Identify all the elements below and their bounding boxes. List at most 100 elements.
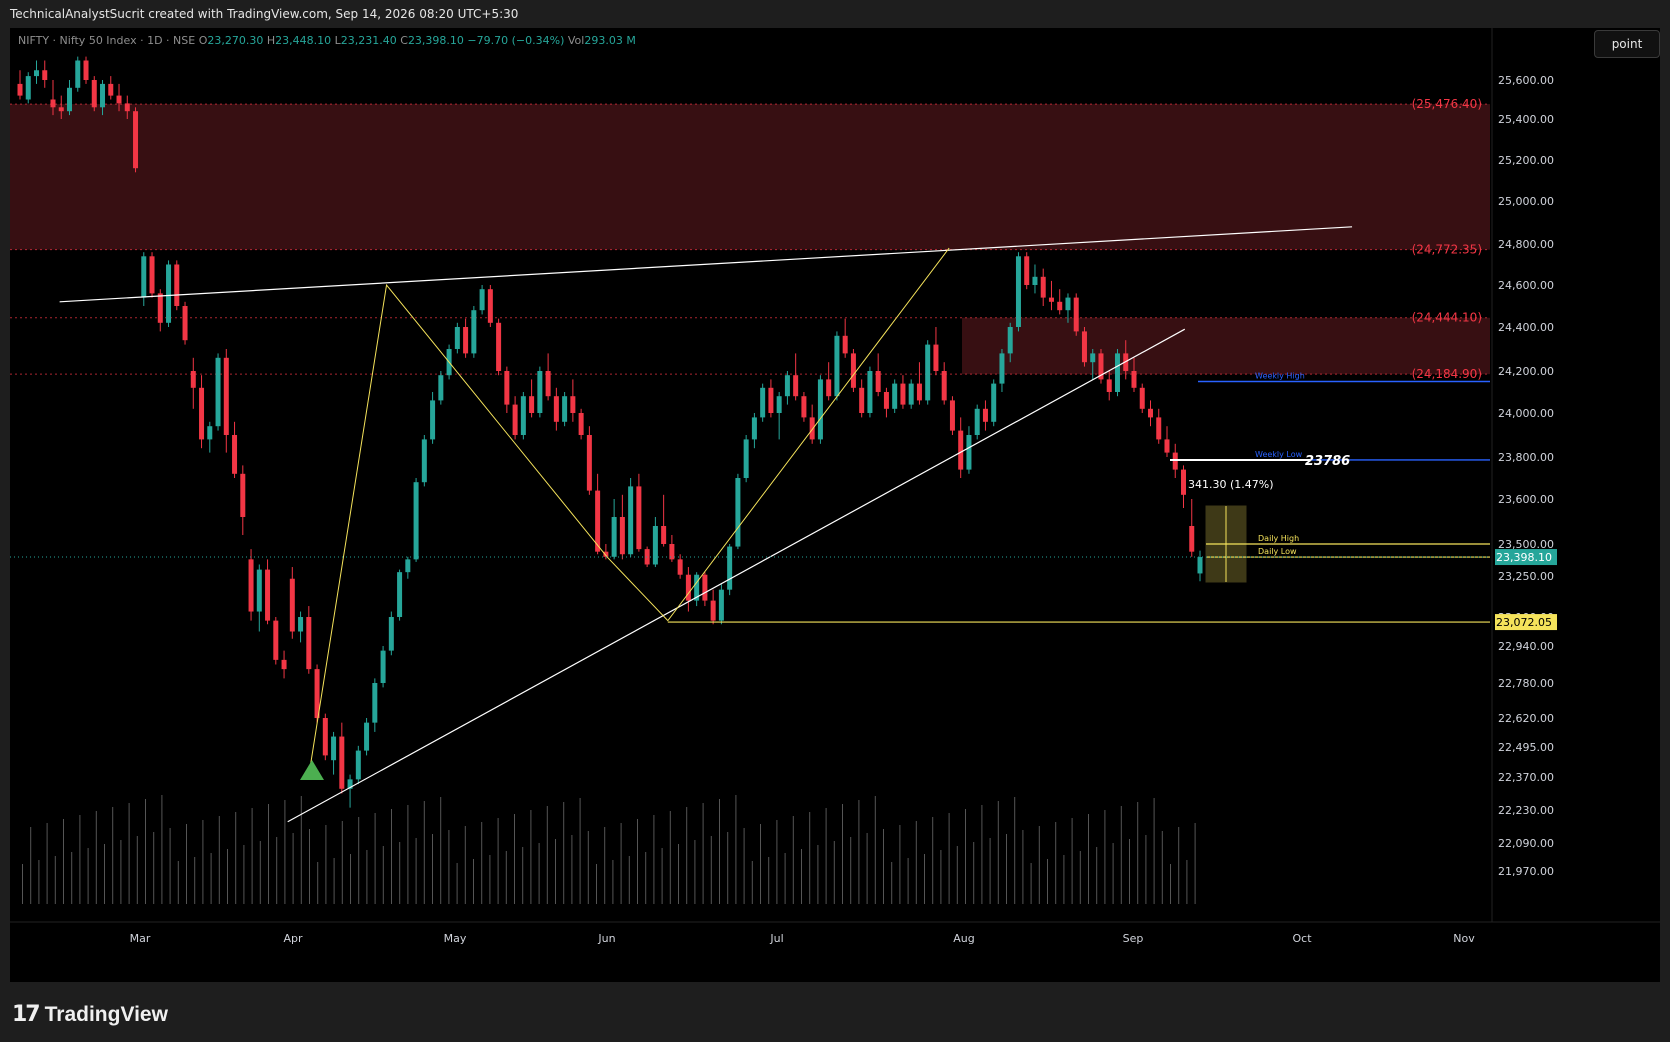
y-tick-label: 22,370.00: [1498, 771, 1554, 784]
y-tick-label: 21,970.00: [1498, 865, 1554, 878]
x-tick-label: Mar: [130, 932, 151, 945]
candle-body: [727, 546, 733, 590]
candle-body: [1024, 256, 1030, 285]
credit-text: TechnicalAnalystSucrit created with Trad…: [10, 7, 519, 21]
candle-body: [75, 60, 81, 88]
volume-bar: [391, 809, 392, 904]
volume-bar: [1071, 818, 1073, 904]
volume-bar: [1079, 851, 1081, 904]
volume-bar: [907, 858, 909, 904]
volume-bar: [399, 842, 401, 904]
volume-bar: [268, 804, 269, 904]
volume-bar: [473, 859, 474, 904]
candle-body: [834, 335, 840, 397]
tradingview-logo: 17 TradingView: [12, 1002, 168, 1027]
volume-bar: [1055, 822, 1057, 904]
candle-body: [867, 371, 873, 413]
candle-body: [710, 600, 716, 621]
volume-bar: [112, 807, 114, 904]
volume-bar: [243, 845, 245, 904]
volume-bar: [948, 813, 950, 904]
chart-area[interactable]: (25,476.40) (24,772.35) (24,444.10) (24,184…: [10, 28, 1660, 982]
y-tick-label: 25,000.00: [1498, 195, 1554, 208]
candle-body: [908, 383, 914, 405]
zone-price-label: (24,444.10): [1412, 311, 1482, 325]
volume-bar: [218, 816, 220, 904]
volume-bar: [309, 829, 310, 904]
candle-body: [331, 736, 337, 761]
candle-body: [520, 396, 526, 435]
x-tick-label: Apr: [283, 932, 303, 945]
volume-bar: [317, 862, 319, 904]
volume-bar: [858, 800, 860, 904]
volume-bar: [63, 819, 64, 904]
y-tick-label: 24,000.00: [1498, 407, 1554, 420]
candle-body: [91, 80, 97, 108]
volume-bar: [350, 854, 351, 904]
volume-bar: [46, 823, 48, 904]
tradingview-logo-icon: 17: [12, 1002, 41, 1027]
volume-bar: [1088, 814, 1089, 904]
candle-body: [141, 256, 147, 298]
candle-body: [256, 569, 262, 612]
x-tick-label: Oct: [1292, 932, 1312, 945]
candle-body: [743, 439, 749, 478]
open-value: 23,270.30: [207, 34, 264, 47]
volume-bar: [801, 849, 802, 904]
candle-body: [801, 396, 807, 418]
volume-bar: [489, 855, 491, 904]
volume-bar: [546, 806, 548, 904]
candle-body: [1114, 353, 1120, 392]
candle-body: [166, 264, 172, 323]
lower-trendline: [287, 328, 1186, 823]
candle-body: [413, 482, 419, 560]
candle-body: [735, 478, 741, 547]
candle-body: [496, 322, 502, 371]
volume-bar: [915, 821, 917, 904]
candle-body: [157, 293, 163, 323]
candle-body: [553, 396, 559, 422]
candle-body: [702, 574, 708, 601]
volume-bar: [1145, 835, 1147, 904]
volume-bar: [432, 834, 433, 904]
candle-body: [958, 430, 964, 470]
candle-body: [966, 435, 972, 470]
candle-body: [842, 335, 848, 354]
candle-body: [17, 83, 23, 96]
point-button[interactable]: point: [1594, 30, 1660, 58]
candle-body: [578, 413, 584, 435]
volume-bar: [38, 860, 40, 904]
y-tick-label: 22,090.00: [1498, 837, 1554, 850]
y-tick-label: 25,600.00: [1498, 74, 1554, 87]
volume-bar: [924, 854, 925, 904]
candle-body: [438, 375, 444, 401]
volume-bar: [1063, 855, 1065, 904]
candle-body: [232, 435, 238, 474]
volume-bar: [1194, 823, 1196, 904]
volume-bar: [776, 820, 778, 904]
volume-bar: [87, 848, 89, 904]
high-value: 23,448.10: [275, 34, 332, 47]
x-tick-label: Sep: [1123, 932, 1144, 945]
last-price-label: 23,398.10: [1496, 551, 1552, 564]
y-tick-label: 22,940.00: [1498, 640, 1554, 653]
candle-body: [339, 736, 345, 789]
candlestick-chart[interactable]: (25,476.40) (24,772.35) (24,444.10) (24,184…: [10, 28, 1660, 982]
volume-bar: [784, 853, 786, 904]
candle-body: [265, 569, 271, 621]
volume-bar: [965, 809, 966, 904]
volume-bar: [210, 853, 212, 904]
candle-body: [892, 383, 898, 409]
tradingview-brand: TradingView: [44, 1002, 168, 1026]
candle-body: [570, 396, 576, 413]
candle-body: [421, 439, 427, 483]
candle-body: [991, 383, 997, 422]
candle-body: [471, 310, 477, 354]
volume-bar: [604, 827, 606, 904]
volume-bar: [981, 805, 983, 904]
volume-bar: [1186, 860, 1188, 904]
candle-body: [240, 473, 246, 517]
x-tick-label: Aug: [953, 932, 974, 945]
candle-body: [933, 344, 939, 371]
candle-body: [1081, 331, 1087, 363]
